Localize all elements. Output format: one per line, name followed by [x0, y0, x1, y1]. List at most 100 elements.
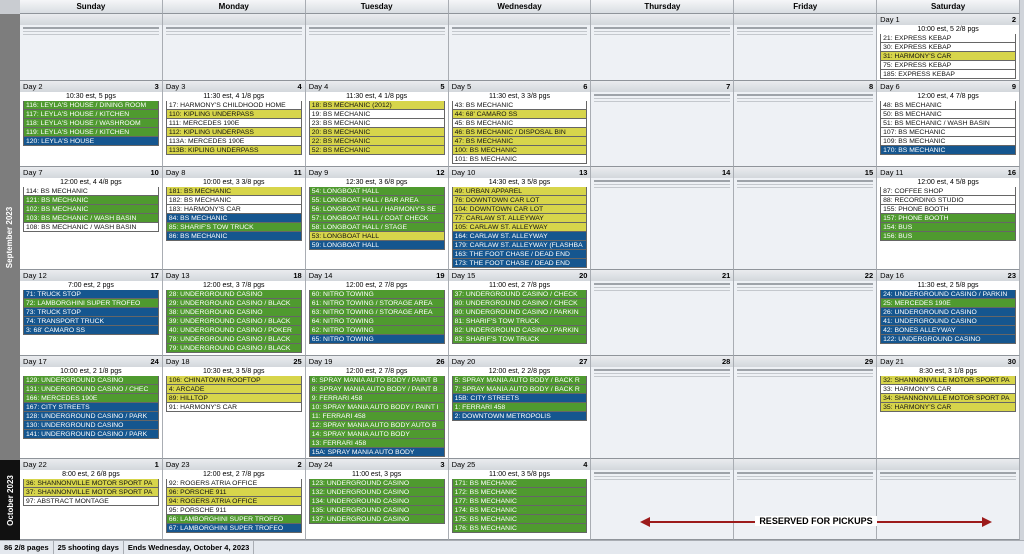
scene-strip[interactable]: 102: BS MECHANIC: [23, 205, 159, 214]
scene-strip[interactable]: 87: COFFEE SHOP: [880, 187, 1016, 196]
scene-strip[interactable]: 135: UNDERGROUND CASINO: [308, 506, 445, 515]
scene-strip[interactable]: 47: BS MECHANIC: [451, 137, 588, 146]
scene-strip[interactable]: 155: PHONE BOOTH: [880, 205, 1016, 214]
calendar-cell-shoot-day[interactable]: Day 22 1 8:00 est, 2 6/8 pgs 36: SHANNONVIL…: [20, 459, 163, 540]
scene-strip[interactable]: 171: BS MECHANIC: [451, 479, 588, 488]
scene-strip[interactable]: 176: BS MECHANIC: [451, 524, 588, 533]
scene-strip[interactable]: 78: UNDERGROUND CASINO / BLACK: [165, 335, 302, 344]
scene-strip[interactable]: 72: LAMBORGHINI SUPER TROFEO: [23, 299, 159, 308]
calendar-cell-shoot-day[interactable]: Day 3 4 11:30 est, 4 1/8 pgs 17: HARMONY'S …: [162, 81, 306, 167]
scene-strip[interactable]: 63: NITRO TOWING / STORAGE AREA: [308, 308, 445, 317]
scene-strip[interactable]: 88: RECORDING STUDIO: [880, 196, 1016, 205]
scene-strip[interactable]: 97: ABSTRACT MONTAGE: [23, 497, 159, 506]
calendar-cell-empty[interactable]: [20, 14, 163, 81]
scene-strip[interactable]: 49: URBAN APPAREL: [451, 187, 588, 196]
scene-strip[interactable]: 1: FERRARI 458: [451, 403, 588, 412]
calendar-cell-shoot-day[interactable]: Day 19 26 12:00 est, 2 7/8 pgs 6: SPRAY MAN…: [305, 356, 449, 459]
scene-strip[interactable]: 55: LONGBOAT HALL / BAR AREA: [308, 196, 445, 205]
scene-strip[interactable]: 185: EXPRESS KEBAP: [880, 70, 1016, 79]
scene-strip[interactable]: 167: CITY STREETS: [23, 403, 159, 412]
scene-strip[interactable]: 24: UNDERGROUND CASINO / PARKIN: [880, 290, 1016, 299]
scene-strip[interactable]: 6: SPRAY MANIA AUTO BODY / PAINT B: [308, 376, 445, 385]
scene-strip[interactable]: 173: THE FOOT CHASE / DEAD END: [451, 259, 588, 268]
scene-strip[interactable]: 108: BS MECHANIC / WASH BASIN: [23, 223, 159, 232]
scene-strip[interactable]: 46: BS MECHANIC / DISPOSAL BIN: [451, 128, 588, 137]
scene-strip[interactable]: 59: LONGBOAT HALL: [308, 241, 445, 250]
scene-strip[interactable]: 33: HARMONY'S CAR: [880, 385, 1016, 394]
calendar-cell-shoot-day[interactable]: Day 16 23 11:30 est, 2 5/8 pgs 24: UNDERGRO…: [877, 270, 1020, 356]
scene-strip[interactable]: 54: LONGBOAT HALL: [308, 187, 445, 196]
scene-strip[interactable]: 15B: CITY STREETS: [451, 394, 588, 403]
scene-strip[interactable]: 91: HARMONY'S CAR: [165, 403, 302, 412]
scene-strip[interactable]: 182: BS MECHANIC: [165, 196, 302, 205]
scene-strip[interactable]: 119: LEYLA'S HOUSE / KITCHEN: [23, 128, 159, 137]
scene-strip[interactable]: 132: UNDERGROUND CASINO: [308, 488, 445, 497]
scene-strip[interactable]: 64: NITRO TOWING: [308, 317, 445, 326]
scene-strip[interactable]: 120: LEYLA'S HOUSE: [23, 137, 159, 146]
scene-strip[interactable]: 106: CHINATOWN ROOFTOP: [165, 376, 302, 385]
scene-strip[interactable]: 163: THE FOOT CHASE / DEAD END: [451, 250, 588, 259]
scene-strip[interactable]: 111: MERCEDES 190E: [165, 119, 302, 128]
scene-strip[interactable]: 83: SHARIF'S TOW TRUCK: [451, 335, 588, 344]
scene-strip[interactable]: 123: UNDERGROUND CASINO: [308, 479, 445, 488]
scene-strip[interactable]: 129: UNDERGROUND CASINO: [23, 376, 159, 385]
calendar-cell-shoot-day[interactable]: Day 21 30 8:30 est, 3 1/8 pgs 32: SHANNONVI…: [877, 356, 1020, 459]
scene-strip[interactable]: 12: SPRAY MANIA AUTO BODY AUTO B: [308, 421, 445, 430]
calendar-cell-shoot-day[interactable]: Day 18 25 10:30 est, 3 5/8 pgs 106: CHINATO…: [162, 356, 306, 459]
scene-strip[interactable]: 7: SPRAY MANIA AUTO BODY / BACK R: [451, 385, 588, 394]
scene-strip[interactable]: 4: ARCADE: [165, 385, 302, 394]
scene-strip[interactable]: 29: UNDERGROUND CASINO / BLACK: [165, 299, 302, 308]
scene-strip[interactable]: 10: SPRAY MANIA AUTO BODY / PAINT I: [308, 403, 445, 412]
scene-strip[interactable]: 109: BS MECHANIC: [880, 137, 1016, 146]
scene-strip[interactable]: 31: HARMONY'S CAR: [880, 52, 1016, 61]
scene-strip[interactable]: 164: CARLAW ST. ALLEYWAY: [451, 232, 588, 241]
scene-strip[interactable]: 130: UNDERGROUND CASINO: [23, 421, 159, 430]
calendar-cell-shoot-day[interactable]: Day 13 18 12:00 est, 3 7/8 pgs 28: UNDERGRO…: [162, 270, 306, 356]
scene-strip[interactable]: 101: BS MECHANIC: [451, 155, 588, 164]
scene-strip[interactable]: 66: LAMBORGHINI SUPER TROFEO: [165, 515, 302, 524]
calendar-cell-empty[interactable]: [448, 14, 592, 81]
scene-strip[interactable]: 23: BS MECHANIC: [308, 119, 445, 128]
scene-strip[interactable]: 60: NITRO TOWING: [308, 290, 445, 299]
scene-strip[interactable]: 174: BS MECHANIC: [451, 506, 588, 515]
scene-strip[interactable]: 92: ROGERS ATRIA OFFICE: [165, 479, 302, 488]
scene-strip[interactable]: 121: BS MECHANIC: [23, 196, 159, 205]
scene-strip[interactable]: 170: BS MECHANIC: [880, 146, 1016, 155]
scene-strip[interactable]: 75: EXPRESS KEBAP: [880, 61, 1016, 70]
scene-strip[interactable]: 131: UNDERGROUND CASINO / CHEC: [23, 385, 159, 394]
scene-strip[interactable]: 73: TRUCK STOP: [23, 308, 159, 317]
scene-strip[interactable]: 56: LONGBOAT HALL / HARMONY'S SE: [308, 205, 445, 214]
scene-strip[interactable]: 183: HARMONY'S CAR: [165, 205, 302, 214]
scene-strip[interactable]: 94: ROGERS ATRIA OFFICE: [165, 497, 302, 506]
scene-strip[interactable]: 96: PORSCHE 911: [165, 488, 302, 497]
calendar-cell-shoot-day[interactable]: Day 2 3 10:30 est, 5 pgs 116: LEYLA'S HOUSE…: [20, 81, 163, 167]
scene-strip[interactable]: 141: UNDERGROUND CASINO / PARK: [23, 430, 159, 439]
scene-strip[interactable]: 80: UNDERGROUND CASINO / CHECK: [451, 299, 588, 308]
scene-strip[interactable]: 22: BS MECHANIC: [308, 137, 445, 146]
calendar-cell-empty[interactable]: [162, 14, 306, 81]
calendar-cell-shoot-day[interactable]: Day 23 2 12:00 est, 2 7/8 pgs 92: ROGERS AT…: [162, 459, 306, 540]
scene-strip[interactable]: 8: SPRAY MANIA AUTO BODY / PAINT B: [308, 385, 445, 394]
scene-strip[interactable]: 179: CARLAW ST. ALLEYWAY (FLASHBA: [451, 241, 588, 250]
scene-strip[interactable]: 103: BS MECHANIC / WASH BASIN: [23, 214, 159, 223]
scene-strip[interactable]: 81: SHARIF'S TOW TRUCK: [451, 317, 588, 326]
calendar-cell-empty[interactable]: [591, 14, 735, 81]
calendar-cell-shoot-day[interactable]: Day 1 2 10:00 est, 5 2/8 pgs 21: EXPRESS KE…: [877, 14, 1020, 81]
scene-strip[interactable]: 175: BS MECHANIC: [451, 515, 588, 524]
calendar-cell-shoot-day[interactable]: Day 8 11 10:00 est, 3 3/8 pgs 181: BS MECHA…: [162, 167, 306, 270]
scene-strip[interactable]: 95: PORSCHE 911: [165, 506, 302, 515]
scene-strip[interactable]: 76: DOWNTOWN CAR LOT: [451, 196, 588, 205]
scene-strip[interactable]: 34: SHANNONVILLE MOTOR SPORT PA: [880, 394, 1016, 403]
scene-strip[interactable]: 67: LAMBORGHINI SUPER TROFEO: [165, 524, 302, 533]
scene-strip[interactable]: 14: SPRAY MANIA AUTO BODY: [308, 430, 445, 439]
scene-strip[interactable]: 39: UNDERGROUND CASINO / BLACK: [165, 317, 302, 326]
scene-strip[interactable]: 74: TRANSPORT TRUCK: [23, 317, 159, 326]
scene-strip[interactable]: 82: UNDERGROUND CASINO / PARKIN: [451, 326, 588, 335]
scene-strip[interactable]: 137: UNDERGROUND CASINO: [308, 515, 445, 524]
calendar-cell-shoot-day[interactable]: Day 10 13 14:30 est, 3 5/8 pgs 49: URBAN AP…: [448, 167, 592, 270]
scene-strip[interactable]: 112: KIPLING UNDERPASS: [165, 128, 302, 137]
scene-strip[interactable]: 3: 68' CAMARO SS: [23, 326, 159, 335]
scene-strip[interactable]: 45: BS MECHANIC: [451, 119, 588, 128]
calendar-cell-shoot-day[interactable]: Day 14 19 12:00 est, 2 7/8 pgs 60: NITRO TO…: [305, 270, 449, 356]
scene-strip[interactable]: 44: 68' CAMARO SS: [451, 110, 588, 119]
